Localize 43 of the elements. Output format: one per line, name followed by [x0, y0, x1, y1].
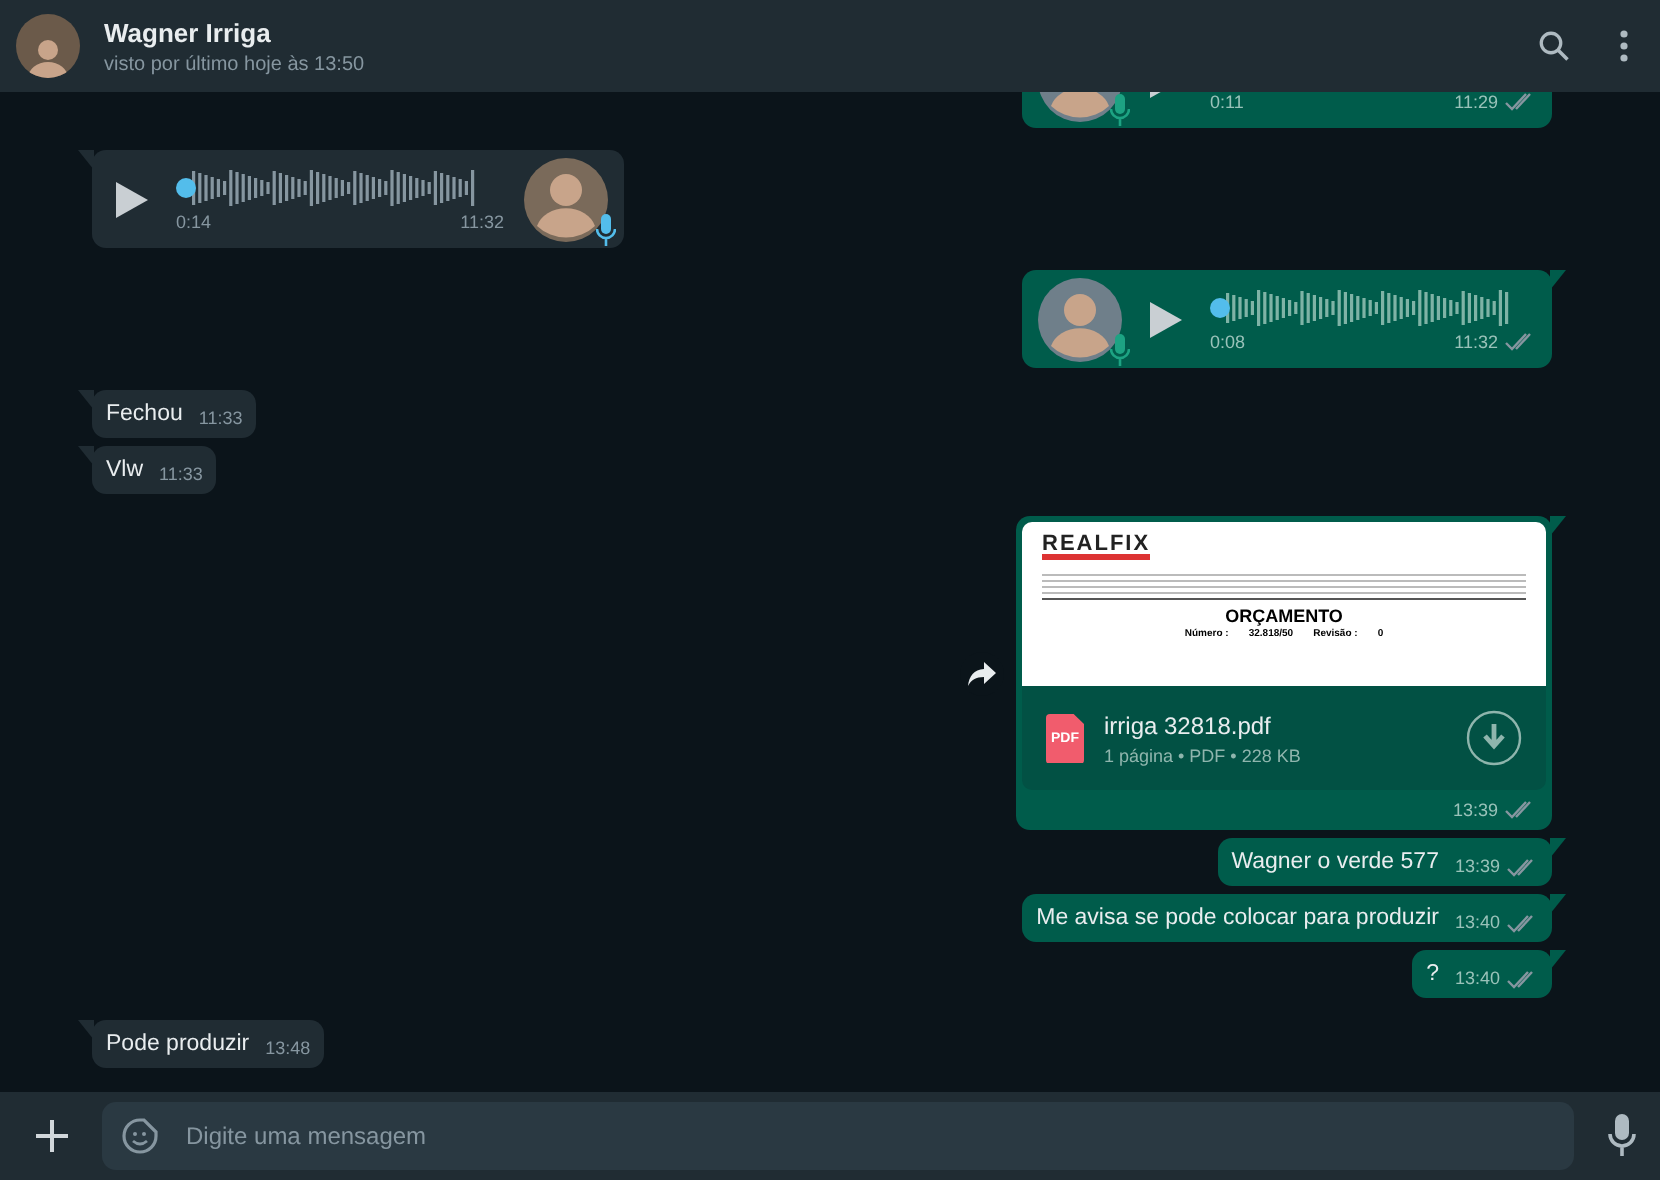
document-heading: ORÇAMENTO	[1223, 606, 1345, 626]
avatar-silhouette-icon	[524, 157, 608, 241]
message-text: Wagner o verde 577	[1231, 850, 1439, 876]
contact-name: Wagner Irriga	[104, 17, 273, 47]
message-text: ?	[1426, 962, 1439, 988]
forward-arrow-icon	[968, 661, 996, 685]
last-seen-status: visto por último hoje às 13:50	[104, 53, 367, 75]
avatar-silhouette-icon	[1038, 277, 1122, 361]
download-icon[interactable]	[1466, 710, 1522, 766]
menu-icon[interactable]	[1620, 30, 1628, 62]
voice-duration: 0:14	[176, 212, 212, 232]
message-text: Vlw	[106, 458, 144, 484]
contact-avatar[interactable]	[16, 14, 80, 78]
message-time: 11:33	[198, 406, 243, 432]
plus-icon[interactable]	[36, 1120, 68, 1152]
message-time: 13:40	[1454, 966, 1500, 992]
file-details: 1 página • PDF • 228 KB	[1104, 745, 1303, 765]
voice-duration: 0:08	[1210, 332, 1246, 352]
message-time: 13:39	[1452, 800, 1498, 820]
message-time: 11:33	[159, 462, 203, 488]
message-input-box[interactable]: Digite uma mensagem	[102, 1102, 1574, 1170]
message-time: 11:32	[1454, 332, 1498, 352]
message-time: 13:39	[1454, 854, 1500, 880]
message-text: Fechou	[106, 402, 183, 428]
message-text: Pode produzir	[106, 1032, 250, 1058]
message-text: Me avisa se pode colocar para produzir	[1036, 906, 1439, 932]
playback-thumb[interactable]	[176, 178, 196, 198]
message-time: 13:40	[1454, 910, 1500, 936]
microphone-icon[interactable]	[1608, 1114, 1636, 1158]
microphone-icon	[596, 213, 616, 245]
playback-thumb[interactable]	[1210, 298, 1230, 318]
microphone-icon	[1110, 333, 1130, 365]
play-icon[interactable]	[1150, 301, 1182, 337]
emoji-icon[interactable]	[122, 1118, 158, 1154]
message-time: 11:29	[1454, 92, 1498, 112]
message-time: 13:48	[265, 1036, 311, 1062]
file-name: irriga 32818.pdf	[1104, 711, 1273, 739]
microphone-icon	[1110, 93, 1130, 125]
message-time: 11:32	[460, 212, 504, 232]
document-logo: REALFIX	[1042, 534, 1151, 560]
search-icon[interactable]	[1536, 28, 1572, 64]
play-icon[interactable]	[116, 181, 148, 217]
voice-duration: 0:11	[1210, 92, 1244, 112]
